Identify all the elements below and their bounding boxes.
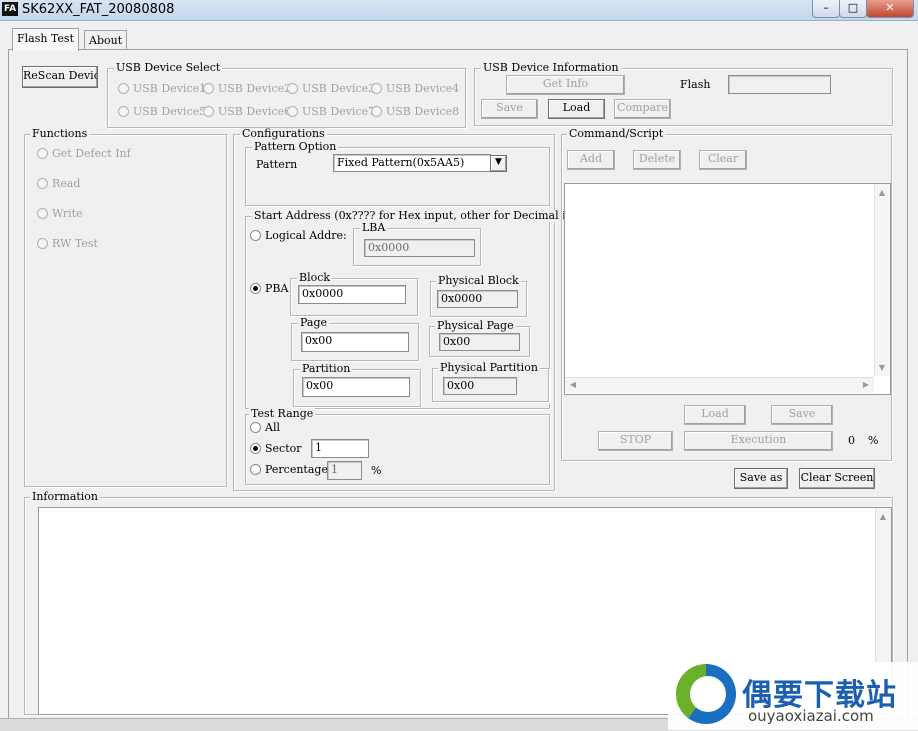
block-field[interactable]: 0x0000 (298, 285, 406, 304)
write-radio[interactable]: Write (37, 207, 83, 220)
chevron-down-icon[interactable]: ▼ (490, 155, 507, 172)
usb-device-info-legend: USB Device Information (481, 61, 621, 74)
functions-legend: Functions (30, 127, 90, 140)
usb-device2-radio[interactable]: USB Device2 (203, 82, 291, 95)
app-icon: FA (2, 2, 18, 16)
usb-device4-radio[interactable]: USB Device4 (371, 82, 459, 95)
usb-device1-radio[interactable]: USB Device1 (118, 82, 206, 95)
script-save-button[interactable]: Save (771, 405, 833, 425)
lba-field: 0x0000 (364, 239, 475, 257)
physical-partition-legend: Physical Partition (438, 361, 540, 374)
information-legend: Information (30, 490, 101, 503)
pattern-label: Pattern (256, 158, 298, 171)
command-script-legend: Command/Script (567, 127, 666, 140)
delete-button[interactable]: Delete (633, 150, 681, 170)
stop-button[interactable]: STOP (598, 431, 673, 451)
usb-device8-radio[interactable]: USB Device8 (371, 105, 459, 118)
test-range-legend: Test Range (249, 407, 316, 420)
usb-device5-radio[interactable]: USB Device5 (118, 105, 206, 118)
save-as-button[interactable]: Save as (734, 468, 788, 489)
command-list-vscrollbar[interactable] (874, 184, 890, 376)
command-list-hscrollbar[interactable] (565, 377, 874, 393)
progress-unit: % (868, 434, 879, 447)
percent-sign-label: % (371, 464, 382, 477)
percentage-radio[interactable]: Percentage (250, 463, 328, 476)
script-load-button[interactable]: Load (684, 405, 746, 425)
usb-device-select-legend: USB Device Select (114, 61, 223, 74)
sector-radio[interactable]: Sector (250, 442, 302, 455)
add-button[interactable]: Add (567, 150, 615, 170)
physical-page-field: 0x00 (439, 333, 520, 351)
rw-test-radio[interactable]: RW Test (37, 237, 98, 250)
tab-flash-test[interactable]: Flash Test (12, 28, 79, 51)
flash-label: Flash (680, 78, 711, 91)
info-load-button[interactable]: Load (548, 99, 605, 119)
all-radio[interactable]: All (250, 421, 280, 434)
close-button[interactable]: ✕ (866, 0, 914, 18)
scroll-down-icon[interactable]: ▼ (876, 363, 888, 373)
read-radio[interactable]: Read (37, 177, 80, 190)
clear-screen-button[interactable]: Clear Screen (799, 468, 875, 489)
usb-device-select-group (107, 68, 466, 128)
maximize-button[interactable]: □ (839, 0, 867, 18)
physical-partition-field: 0x00 (443, 377, 517, 395)
info-save-button[interactable]: Save (481, 99, 538, 119)
tab-about[interactable]: About (84, 30, 128, 50)
info-scroll-up-icon[interactable]: ▲ (877, 512, 889, 522)
partition-legend: Partition (300, 362, 353, 375)
flash-field (728, 75, 831, 94)
execution-button[interactable]: Execution (684, 431, 833, 451)
physical-page-legend: Physical Page (435, 319, 516, 332)
percentage-field: 1 (327, 461, 362, 480)
get-defect-info-radio[interactable]: Get Defect Inf (37, 147, 131, 160)
physical-block-field: 0x0000 (437, 290, 518, 308)
lba-legend: LBA (360, 221, 388, 234)
usb-device3-radio[interactable]: USB Device3 (287, 82, 375, 95)
pattern-option-legend: Pattern Option (252, 140, 339, 153)
window-title: SK62XX_FAT_20080808 (22, 2, 175, 17)
usb-device7-radio[interactable]: USB Device7 (287, 105, 375, 118)
watermark-logo-inner (690, 676, 726, 712)
configurations-legend: Configurations (240, 127, 327, 140)
page-field[interactable]: 0x00 (301, 332, 409, 352)
partition-field[interactable]: 0x00 (302, 377, 410, 397)
block-legend: Block (297, 271, 333, 284)
sector-field[interactable]: 1 (311, 439, 369, 458)
scroll-up-icon[interactable]: ▲ (876, 188, 888, 198)
start-address-legend: Start Address (0x???? for Hex input, oth… (252, 209, 598, 222)
logical-address-radio[interactable]: Logical Addre: (250, 229, 347, 242)
page-legend: Page (298, 316, 330, 329)
progress-value: 0 (848, 434, 855, 447)
clear-button[interactable]: Clear (699, 150, 747, 170)
get-info-button[interactable]: Get Info (506, 75, 625, 95)
pattern-select[interactable]: Fixed Pattern(0x5AA5) (333, 154, 491, 172)
compare-button[interactable]: Compare (614, 99, 671, 119)
pba-radio[interactable]: PBA (250, 282, 288, 295)
usb-device6-radio[interactable]: USB Device6 (203, 105, 291, 118)
rescan-device-button[interactable]: ReScan Device (22, 66, 98, 88)
watermark-url: ouyaoxiazai.com (748, 707, 874, 725)
physical-block-legend: Physical Block (436, 274, 521, 287)
scroll-left-icon[interactable]: ◀ (568, 380, 578, 390)
command-list[interactable] (564, 183, 891, 395)
minimize-button[interactable]: – (812, 0, 840, 18)
scroll-right-icon[interactable]: ▶ (861, 380, 871, 390)
